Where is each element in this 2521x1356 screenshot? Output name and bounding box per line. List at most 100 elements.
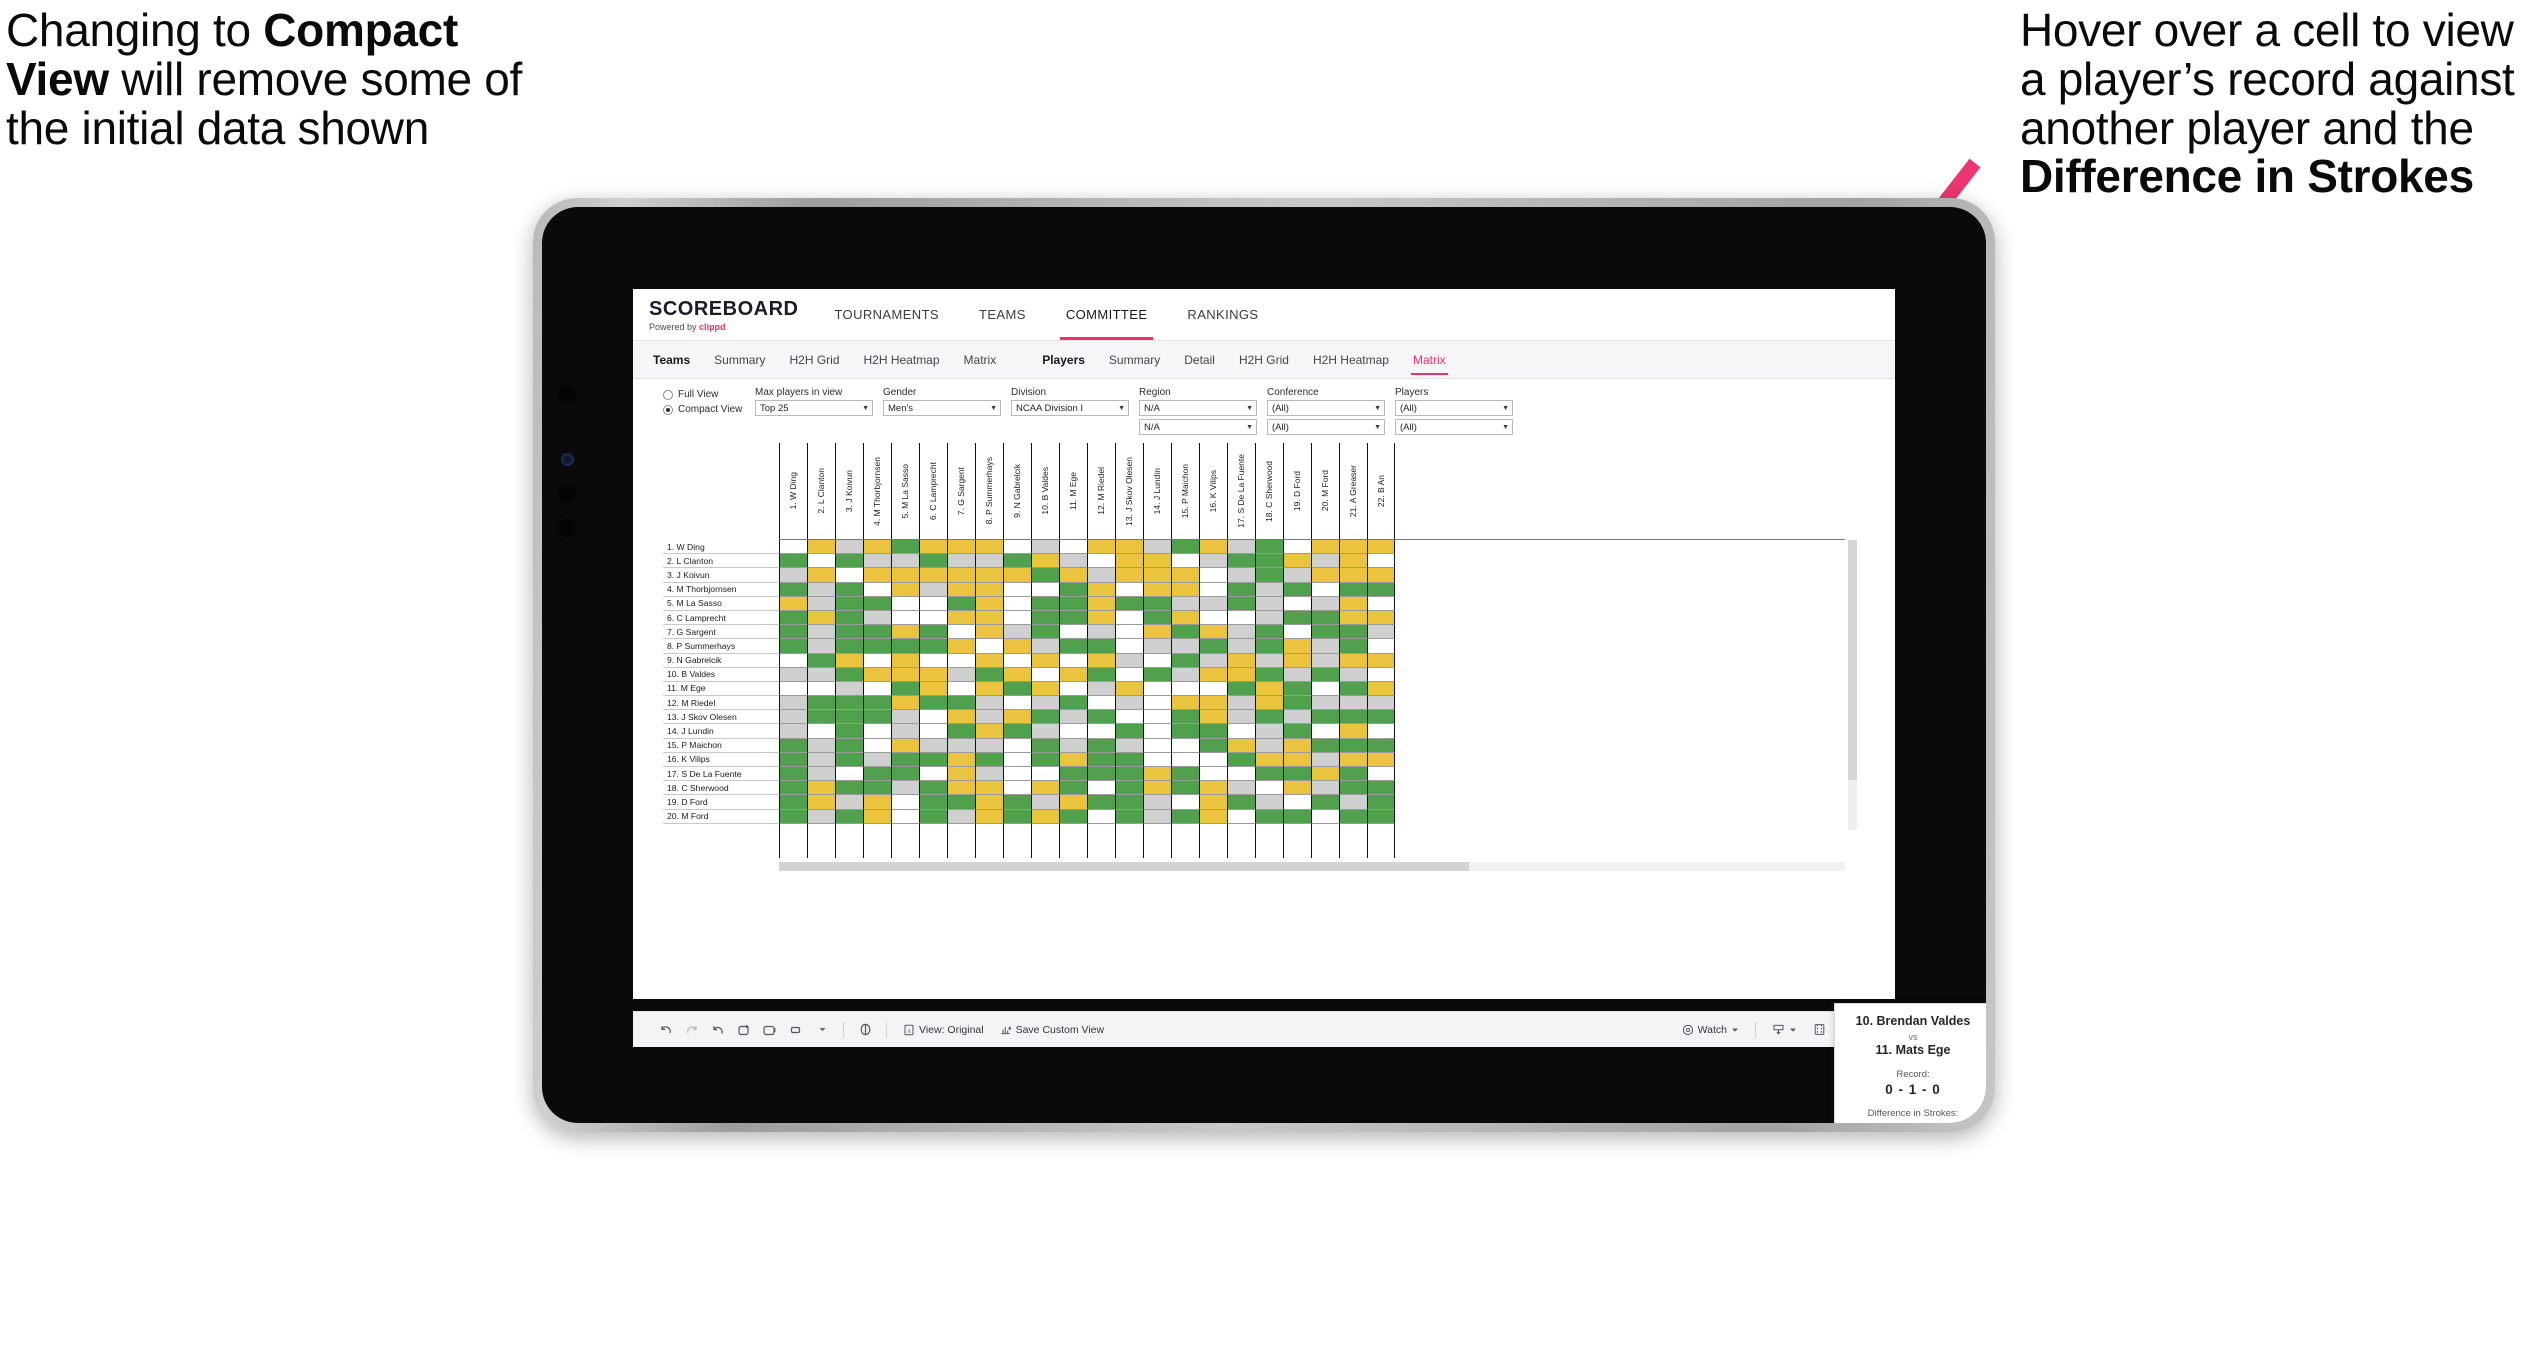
matrix-cell[interactable] (807, 809, 835, 824)
matrix-cell[interactable] (1031, 639, 1059, 654)
matrix-cell[interactable] (1115, 667, 1143, 682)
matrix-cell[interactable] (1003, 710, 1031, 725)
matrix-cell[interactable] (1311, 752, 1339, 767)
matrix-cell[interactable] (835, 554, 863, 569)
matrix-cell[interactable] (1059, 752, 1087, 767)
matrix-cell[interactable] (1087, 795, 1115, 810)
matrix-cell[interactable] (919, 540, 947, 555)
matrix-cell[interactable] (1087, 809, 1115, 824)
matrix-cell[interactable] (1367, 724, 1395, 739)
matrix-cell[interactable] (947, 540, 975, 555)
matrix-cell[interactable] (1059, 681, 1087, 697)
matrix-cell[interactable] (863, 724, 891, 739)
horizontal-scrollbar-thumb[interactable] (779, 861, 1469, 871)
undo-icon[interactable] (653, 1017, 679, 1043)
matrix-cell[interactable] (863, 667, 891, 682)
matrix-cell[interactable] (1227, 667, 1255, 682)
matrix-cell[interactable] (1059, 696, 1087, 711)
matrix-cell[interactable] (1339, 610, 1367, 626)
matrix-cell[interactable] (1227, 795, 1255, 810)
matrix-cell[interactable] (919, 582, 947, 597)
matrix-cell[interactable] (863, 752, 891, 767)
matrix-cell[interactable] (1311, 596, 1339, 611)
matrix-cell[interactable] (863, 639, 891, 654)
matrix-cell[interactable] (807, 795, 835, 810)
matrix-cell[interactable] (1339, 724, 1367, 739)
matrix-cell[interactable] (1031, 653, 1059, 668)
matrix-cell[interactable] (1087, 639, 1115, 654)
select-conference-primary[interactable]: (All) ▼ (1267, 400, 1385, 416)
matrix-cell[interactable] (891, 752, 919, 767)
matrix-cell[interactable] (1367, 738, 1395, 753)
matrix-cell[interactable] (919, 681, 947, 697)
matrix-cell[interactable] (1143, 724, 1171, 739)
matrix-cell[interactable] (1031, 568, 1059, 583)
matrix-cell[interactable] (807, 610, 835, 626)
matrix-cell[interactable] (1283, 696, 1311, 711)
matrix-cell[interactable] (863, 625, 891, 640)
matrix-cell[interactable] (975, 554, 1003, 569)
matrix-cell[interactable] (1255, 554, 1283, 569)
matrix-cell[interactable] (919, 710, 947, 725)
matrix-cell[interactable] (919, 625, 947, 640)
matrix-cell[interactable] (1059, 582, 1087, 597)
matrix-cell[interactable] (1003, 582, 1031, 597)
matrix-cell[interactable] (1143, 795, 1171, 810)
matrix-cell[interactable] (1339, 540, 1367, 555)
matrix-cell[interactable] (1255, 667, 1283, 682)
matrix-cell[interactable] (947, 809, 975, 824)
matrix-cell[interactable] (779, 582, 807, 597)
matrix-cell[interactable] (1143, 752, 1171, 767)
matrix-cell[interactable] (807, 554, 835, 569)
matrix-cell[interactable] (975, 696, 1003, 711)
matrix-cell[interactable] (1031, 610, 1059, 626)
matrix-cell[interactable] (947, 639, 975, 654)
matrix-cell[interactable] (919, 568, 947, 583)
matrix-cell[interactable] (863, 540, 891, 555)
matrix-cell[interactable] (807, 667, 835, 682)
matrix-cell[interactable] (1059, 767, 1087, 782)
matrix-cell[interactable] (1003, 681, 1031, 697)
matrix-cell[interactable] (1199, 767, 1227, 782)
matrix-cell[interactable] (1227, 568, 1255, 583)
matrix-cell[interactable] (1115, 710, 1143, 725)
caret-down-icon[interactable] (809, 1017, 835, 1043)
matrix-cell[interactable] (1255, 710, 1283, 725)
matrix-cell[interactable] (779, 639, 807, 654)
matrix-cell[interactable] (1227, 710, 1255, 725)
matrix-cell[interactable] (1199, 696, 1227, 711)
matrix-cell[interactable] (779, 724, 807, 739)
matrix-cell[interactable] (1143, 582, 1171, 597)
matrix-cell[interactable] (1143, 625, 1171, 640)
matrix-cell[interactable] (1171, 639, 1199, 654)
matrix-cell[interactable] (1283, 568, 1311, 583)
matrix-cell[interactable] (947, 752, 975, 767)
matrix-cell[interactable] (1059, 781, 1087, 796)
matrix-cell[interactable] (1339, 596, 1367, 611)
matrix-cell[interactable] (1059, 710, 1087, 725)
matrix-cell[interactable] (1367, 781, 1395, 796)
matrix-cell[interactable] (1143, 610, 1171, 626)
matrix-cell[interactable] (1031, 781, 1059, 796)
matrix-cell[interactable] (1003, 610, 1031, 626)
matrix-cell[interactable] (1059, 596, 1087, 611)
matrix-cell[interactable] (1283, 724, 1311, 739)
matrix-cell[interactable] (1143, 554, 1171, 569)
matrix-cell[interactable] (1255, 610, 1283, 626)
matrix-cell[interactable] (1339, 752, 1367, 767)
matrix-cell[interactable] (891, 710, 919, 725)
pause-icon[interactable] (757, 1017, 783, 1043)
matrix-cell[interactable] (1367, 639, 1395, 654)
matrix-cell[interactable] (835, 653, 863, 668)
matrix-cell[interactable] (891, 795, 919, 810)
matrix-cell[interactable] (1311, 738, 1339, 753)
matrix-cell[interactable] (1171, 554, 1199, 569)
matrix-cell[interactable] (1059, 639, 1087, 654)
matrix-cell[interactable] (1339, 681, 1367, 697)
matrix-cell[interactable] (1003, 540, 1031, 555)
matrix-cell[interactable] (1367, 710, 1395, 725)
matrix-cell[interactable] (947, 625, 975, 640)
matrix-cell[interactable] (891, 667, 919, 682)
matrix-cell[interactable] (1031, 596, 1059, 611)
matrix-cell[interactable] (891, 582, 919, 597)
